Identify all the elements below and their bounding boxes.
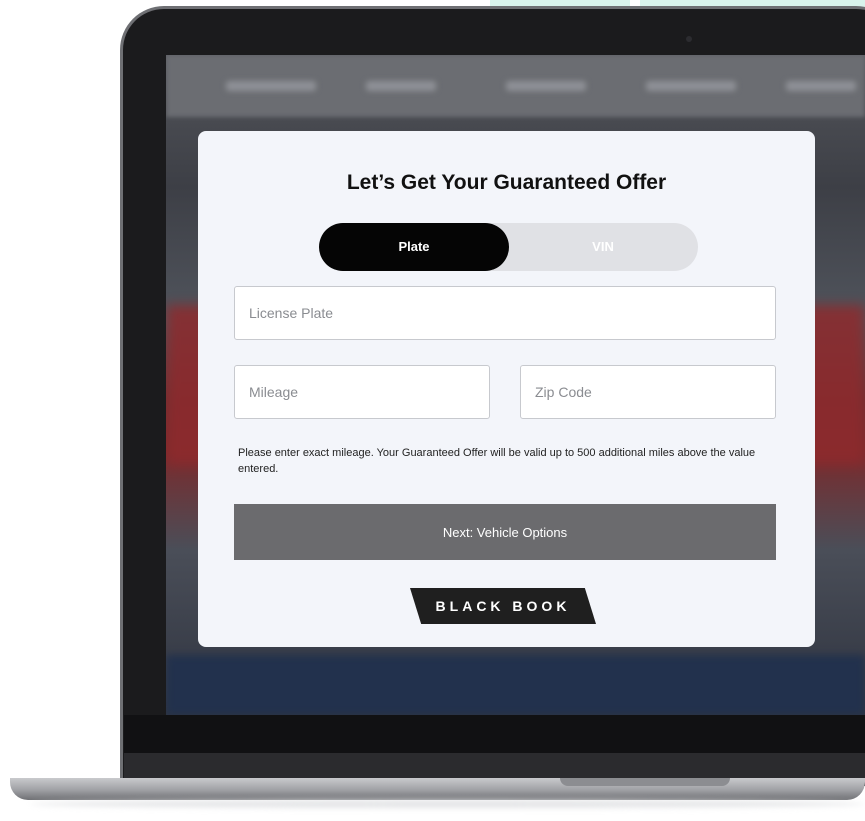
toggle-option-vin[interactable]: VIN — [508, 223, 698, 271]
blurred-nav-item — [786, 81, 856, 91]
blurred-website-footer — [166, 655, 865, 715]
zip-code-input[interactable] — [520, 365, 776, 419]
mileage-input[interactable] — [234, 365, 490, 419]
blurred-nav-item — [506, 81, 586, 91]
laptop-base — [10, 778, 865, 800]
blurred-nav-item — [646, 81, 736, 91]
black-book-logo: BLACK BOOK — [410, 588, 596, 624]
blurred-nav-item — [226, 81, 316, 91]
modal-title: Let’s Get Your Guaranteed Offer — [346, 171, 667, 194]
blurred-nav-item — [366, 81, 436, 91]
webcam-icon — [686, 36, 692, 42]
toggle-option-plate[interactable]: Plate — [319, 223, 509, 271]
screen-bezel-bottom — [124, 715, 865, 753]
laptop-shadow — [30, 800, 865, 808]
laptop-chin — [124, 753, 865, 778]
laptop-base-notch — [560, 778, 730, 786]
next-vehicle-options-button[interactable]: Next: Vehicle Options — [234, 504, 776, 560]
mileage-hint-text: Please enter exact mileage. Your Guarant… — [238, 447, 756, 475]
plate-vin-toggle: Plate VIN — [319, 223, 698, 271]
guaranteed-offer-modal: Let’s Get Your Guaranteed Offer Plate VI… — [198, 131, 815, 647]
license-plate-input[interactable] — [234, 286, 776, 340]
